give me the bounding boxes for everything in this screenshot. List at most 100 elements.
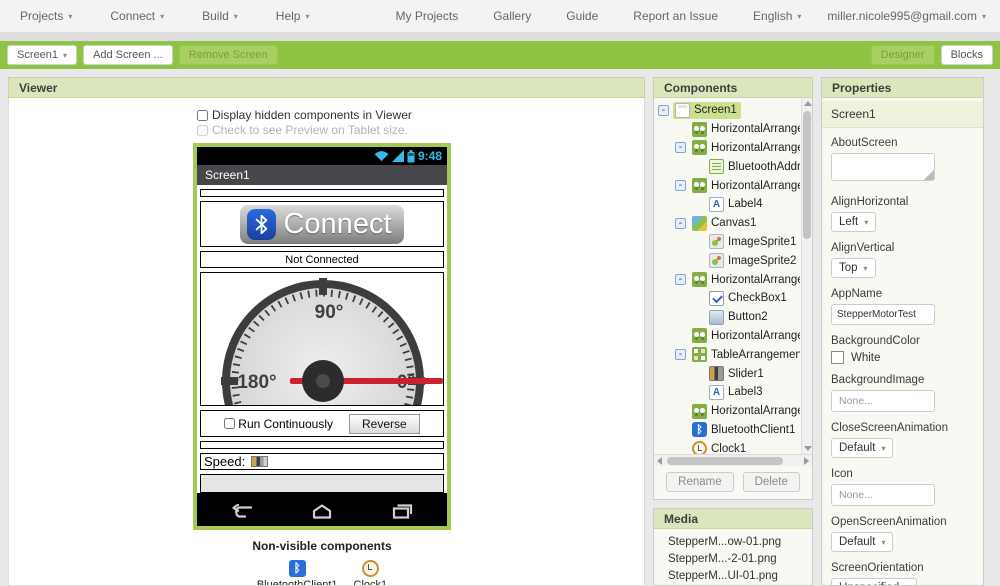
run-continuously-checkbox[interactable] [224, 418, 235, 429]
horizontal-arrangement-empty[interactable] [200, 441, 444, 449]
component-tree-row[interactable]: - TableArrangement2 [656, 345, 800, 364]
scroll-left-arrow[interactable] [657, 457, 662, 465]
connect-button[interactable]: Connect [240, 205, 403, 244]
menu-item[interactable]: miller.nicole995@gmail.com ▾ [827, 9, 986, 23]
property-value-backgroundcolor[interactable]: White [831, 351, 974, 364]
scroll-down-arrow[interactable] [804, 446, 812, 451]
component-tree-row[interactable]: - ImageSprite1 [656, 233, 800, 252]
rename-button[interactable]: Rename [666, 472, 733, 492]
property-label: ScreenOrientation [831, 562, 974, 574]
menu-label: English [753, 9, 792, 23]
tree-horizontal-scrollbar[interactable] [654, 454, 812, 466]
component-label: Button2 [728, 311, 768, 323]
non-visible-item[interactable]: Clock1 [354, 560, 388, 586]
collapse-icon[interactable]: - [675, 274, 686, 285]
remove-screen-button[interactable]: Remove Screen [179, 45, 278, 65]
menu-item[interactable]: Help ▾ [276, 9, 310, 23]
media-file[interactable]: StepperM...UI-01.png [654, 568, 812, 585]
reverse-button[interactable]: Reverse [349, 414, 420, 434]
run-continuously-row[interactable]: Run Continuously [224, 417, 333, 431]
collapse-icon[interactable]: - [675, 142, 686, 153]
collapse-icon[interactable]: - [675, 349, 686, 360]
non-visible-item[interactable]: BluetoothClient1 [257, 560, 338, 586]
component-tree-row[interactable]: - HorizontalArrangement [656, 176, 800, 195]
media-file[interactable]: StepperM...-2-01.png [654, 551, 812, 568]
property-value-alignhorizontal[interactable]: Left▾ [831, 212, 876, 232]
collapse-icon[interactable]: - [675, 218, 686, 229]
menu-item[interactable]: Report an Issue ▾ [633, 9, 727, 23]
components-tree: - Screen1 - HorizontalArrangement - Ho [654, 98, 812, 454]
component-icon [709, 234, 724, 249]
back-icon[interactable] [231, 504, 253, 519]
blocks-tab-button[interactable]: Blocks [941, 45, 993, 65]
gauge-label-90: 90° [315, 302, 344, 323]
component-tree-row[interactable]: - Slider1 [656, 364, 800, 383]
component-label: CheckBox1 [728, 292, 787, 304]
property-value-icon[interactable]: None... [831, 484, 935, 506]
scrollbar-thumb[interactable] [667, 457, 783, 465]
tablet-preview-checkbox[interactable] [197, 125, 208, 136]
property-value-openscreenanimation[interactable]: Default▾ [831, 532, 893, 552]
horizontal-arrangement-empty[interactable] [200, 189, 444, 197]
property-value-aboutscreen[interactable] [831, 153, 935, 181]
connect-arrangement: Connect [200, 201, 444, 247]
menu-item[interactable]: English ▾ [753, 9, 801, 23]
menu-item[interactable]: Guide ▾ [566, 9, 607, 23]
property-value-alignvertical[interactable]: Top▾ [831, 258, 876, 278]
menu-item[interactable]: Connect ▾ [110, 9, 164, 23]
component-tree-row[interactable]: - Clock1 [656, 439, 800, 454]
component-tree-row[interactable]: - BluetoothAddresses [656, 157, 800, 176]
designer-tab-button[interactable]: Designer [871, 45, 935, 65]
gauge-major-tick-left [221, 377, 238, 385]
component-tree-row[interactable]: - HorizontalArrangement [656, 120, 800, 139]
component-tree-row[interactable]: - HorizontalArrangement [656, 139, 800, 158]
screen-selector-button[interactable]: Screen1 ▾ [7, 45, 77, 65]
component-icon [692, 178, 707, 193]
gauge-canvas[interactable]: 90° 180° 0° [200, 272, 444, 406]
component-label: ImageSprite1 [728, 236, 796, 248]
horizontal-arrangement-empty[interactable] [200, 474, 444, 493]
tree-vertical-scrollbar[interactable] [801, 98, 812, 454]
collapse-icon[interactable]: - [675, 180, 686, 191]
component-icon [692, 441, 707, 454]
component-tree-row[interactable]: - HorizontalArrangement [656, 270, 800, 289]
collapse-icon[interactable]: - [658, 105, 669, 116]
speed-slider[interactable] [251, 456, 268, 467]
component-label: HorizontalArrangement [711, 180, 800, 192]
property-value-closescreenanimation[interactable]: Default▾ [831, 438, 893, 458]
home-icon[interactable] [311, 504, 333, 519]
component-icon [709, 197, 724, 212]
component-tree-row[interactable]: - Label3 [656, 383, 800, 402]
component-icon [709, 385, 724, 400]
scrollbar-thumb[interactable] [803, 111, 811, 239]
menu-item[interactable]: Build ▾ [202, 9, 238, 23]
display-hidden-checkbox-row[interactable]: Display hidden components in Viewer [197, 108, 644, 123]
delete-button[interactable]: Delete [743, 472, 800, 492]
menu-item[interactable]: Gallery ▾ [493, 9, 540, 23]
component-tree-row[interactable]: - HorizontalArrangement [656, 327, 800, 346]
tablet-preview-checkbox-row[interactable]: Check to see Preview on Tablet size. [197, 123, 644, 138]
media-file[interactable]: StepperM...ow-01.png [654, 534, 812, 551]
component-tree-row[interactable]: - Screen1 [656, 101, 800, 120]
menu-label: My Projects [396, 9, 459, 23]
component-tree-row[interactable]: - ImageSprite2 [656, 251, 800, 270]
menu-item[interactable]: My Projects ▾ [396, 9, 468, 23]
property-value-appname[interactable] [831, 304, 935, 325]
component-tree-row[interactable]: - BluetoothClient1 [656, 421, 800, 440]
component-tree-row[interactable]: - Label4 [656, 195, 800, 214]
component-tree-row[interactable]: - HorizontalArrangement [656, 402, 800, 421]
scroll-up-arrow[interactable] [804, 101, 812, 106]
menu-item[interactable]: Projects ▾ [20, 9, 72, 23]
display-hidden-checkbox[interactable] [197, 110, 208, 121]
status-time: 9:48 [418, 149, 442, 163]
recents-icon[interactable] [391, 504, 413, 519]
component-tree-row[interactable]: - Canvas1 [656, 214, 800, 233]
property-value-backgroundimage[interactable]: None... [831, 390, 935, 412]
component-tree-row[interactable]: - CheckBox1 [656, 289, 800, 308]
menu-label: Gallery [493, 9, 531, 23]
add-screen-button[interactable]: Add Screen ... [83, 45, 173, 65]
chevron-down-icon: ▾ [864, 218, 868, 227]
property-value-screenorientation[interactable]: Unspecified▾ [831, 578, 917, 586]
scroll-right-arrow[interactable] [804, 457, 809, 465]
component-tree-row[interactable]: - Button2 [656, 308, 800, 327]
